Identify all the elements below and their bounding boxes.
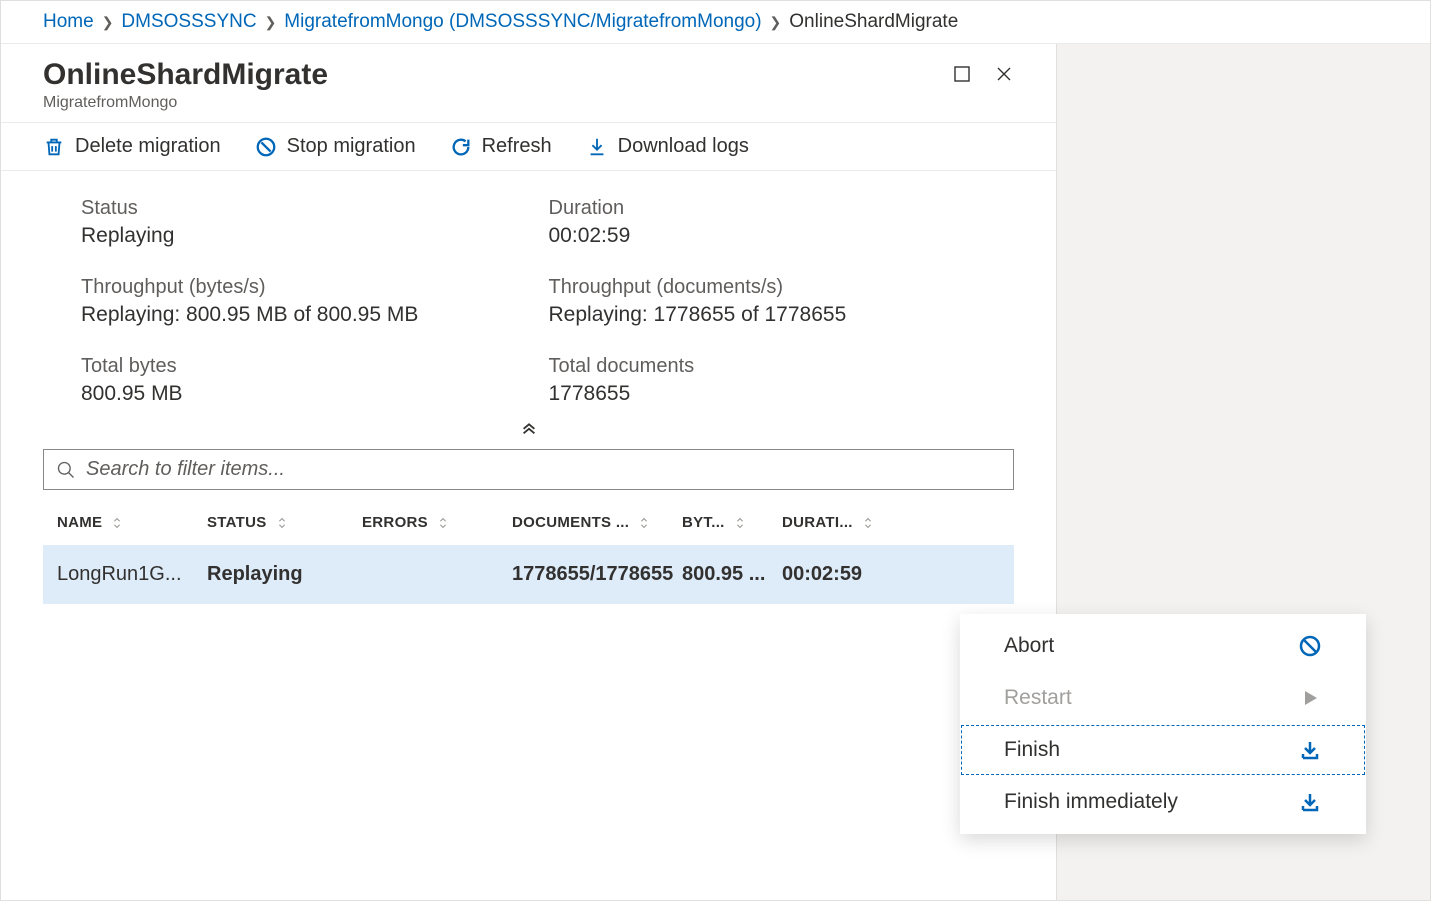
sort-icon	[436, 516, 450, 530]
refresh-icon	[450, 136, 472, 158]
blade-header: OnlineShardMigrate MigratefromMongo	[1, 44, 1056, 123]
total-bytes-value: 800.95 MB	[81, 382, 509, 406]
total-bytes-label: Total bytes	[81, 355, 509, 378]
ctx-finish[interactable]: Finish	[960, 724, 1366, 776]
total-docs-label: Total documents	[549, 355, 977, 378]
maximize-icon[interactable]	[952, 64, 972, 84]
cell-documents: 1778655/1778655	[512, 563, 682, 586]
refresh-button[interactable]: Refresh	[450, 135, 552, 158]
table-header: NAME STATUS ERRORS DOCUMENTS ... BYT... …	[43, 500, 1014, 545]
stop-migration-button[interactable]: Stop migration	[255, 135, 416, 158]
chevron-right-icon: ❯	[265, 14, 277, 31]
close-icon[interactable]	[994, 64, 1014, 84]
ctx-finish-immediately[interactable]: Finish immediately	[960, 776, 1366, 828]
cell-duration: 00:02:59	[782, 563, 957, 586]
sort-icon	[861, 516, 875, 530]
blade-panel: OnlineShardMigrate MigratefromMongo Dele…	[1, 44, 1057, 900]
collapse-up-icon[interactable]	[520, 418, 538, 436]
throughput-docs-label: Throughput (documents/s)	[549, 276, 977, 299]
trash-icon	[43, 136, 65, 158]
col-status[interactable]: STATUS	[207, 514, 362, 531]
stop-icon	[255, 136, 277, 158]
throughput-docs-value: Replaying: 1778655 of 1778655	[549, 303, 977, 327]
search-input[interactable]	[86, 458, 1001, 481]
delete-migration-button[interactable]: Delete migration	[43, 135, 221, 158]
chevron-right-icon: ❯	[770, 14, 782, 31]
sort-icon	[637, 516, 651, 530]
col-errors[interactable]: ERRORS	[362, 514, 512, 531]
duration-value: 00:02:59	[549, 224, 977, 248]
ctx-abort[interactable]: Abort	[960, 620, 1366, 672]
status-label: Status	[81, 197, 509, 220]
breadcrumb-link-home[interactable]: Home	[43, 11, 94, 33]
cell-name: LongRun1G...	[57, 563, 207, 586]
page-title: OnlineShardMigrate	[43, 58, 328, 92]
col-duration[interactable]: DURATI...	[782, 514, 957, 531]
migrations-table: NAME STATUS ERRORS DOCUMENTS ... BYT... …	[43, 500, 1014, 604]
breadcrumb-link-dms[interactable]: DMSOSSSYNC	[121, 11, 256, 33]
sort-icon	[733, 516, 747, 530]
status-value: Replaying	[81, 224, 509, 248]
ctx-restart: Restart	[960, 672, 1366, 724]
download-icon	[1298, 790, 1322, 814]
breadcrumb: Home ❯ DMSOSSSYNC ❯ MigratefromMongo (DM…	[1, 1, 1430, 44]
toolbar: Delete migration Stop migration Refresh …	[1, 123, 1056, 171]
context-menu: Abort Restart Finish Finish immediately	[960, 614, 1366, 834]
page-subtitle: MigratefromMongo	[43, 94, 328, 112]
col-name[interactable]: NAME	[57, 514, 207, 531]
play-icon	[1298, 686, 1322, 710]
abort-icon	[1298, 634, 1322, 658]
download-logs-button[interactable]: Download logs	[586, 135, 749, 158]
search-icon	[56, 460, 76, 480]
throughput-bytes-value: Replaying: 800.95 MB of 800.95 MB	[81, 303, 509, 327]
throughput-bytes-label: Throughput (bytes/s)	[81, 276, 509, 299]
chevron-right-icon: ❯	[102, 14, 114, 31]
cell-status: Replaying	[207, 563, 362, 586]
col-bytes[interactable]: BYT...	[682, 514, 782, 531]
duration-label: Duration	[549, 197, 977, 220]
breadcrumb-link-migrate[interactable]: MigratefromMongo (DMSOSSSYNC/Migratefrom…	[284, 11, 761, 33]
total-docs-value: 1778655	[549, 382, 977, 406]
sort-icon	[275, 516, 289, 530]
download-icon	[1298, 738, 1322, 762]
col-documents[interactable]: DOCUMENTS ...	[512, 514, 682, 531]
breadcrumb-current: OnlineShardMigrate	[789, 11, 958, 33]
cell-bytes: 800.95 ...	[682, 563, 782, 586]
table-row[interactable]: LongRun1G... Replaying 1778655/1778655 8…	[43, 545, 1014, 604]
sort-icon	[110, 516, 124, 530]
details-grid: Status Replaying Duration 00:02:59 Throu…	[1, 171, 1056, 414]
download-icon	[586, 136, 608, 158]
search-box[interactable]	[43, 449, 1014, 490]
